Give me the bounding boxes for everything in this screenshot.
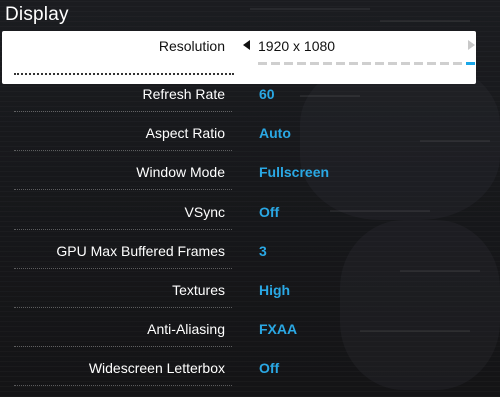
resolution-option-tick bbox=[323, 62, 332, 65]
resolution-option-tick bbox=[401, 62, 410, 65]
setting-label: Aspect Ratio bbox=[145, 125, 225, 141]
row-divider bbox=[14, 385, 232, 386]
section-title: Display bbox=[5, 4, 69, 25]
setting-value[interactable]: FXAA bbox=[259, 321, 297, 337]
setting-label: Widescreen Letterbox bbox=[88, 360, 225, 376]
setting-label: Anti-Aliasing bbox=[147, 321, 225, 337]
setting-label: Textures bbox=[172, 282, 225, 298]
resolution-option-tick bbox=[453, 62, 462, 65]
row-divider bbox=[14, 307, 232, 308]
row-divider bbox=[14, 268, 232, 269]
resolution-value: 1920 x 1080 bbox=[258, 38, 336, 54]
resolution-option-tick bbox=[271, 62, 280, 65]
setting-row[interactable]: Aspect Ratio Auto bbox=[0, 115, 500, 154]
setting-value[interactable]: Off bbox=[259, 204, 279, 220]
row-divider bbox=[14, 73, 234, 75]
setting-label: VSync bbox=[184, 204, 225, 220]
setting-value[interactable]: Fullscreen bbox=[259, 164, 329, 180]
setting-row[interactable]: Refresh Rate 60 bbox=[0, 76, 500, 115]
row-divider bbox=[14, 229, 232, 230]
row-divider bbox=[14, 150, 232, 151]
resolution-option-tick bbox=[466, 62, 475, 65]
setting-row[interactable]: Window Mode Fullscreen bbox=[0, 154, 500, 193]
setting-value[interactable]: 3 bbox=[259, 243, 267, 259]
row-divider bbox=[14, 189, 232, 190]
row-divider bbox=[14, 346, 232, 347]
setting-row[interactable]: Anti-Aliasing FXAA bbox=[0, 311, 500, 350]
resolution-option-tick bbox=[427, 62, 436, 65]
setting-label: Window Mode bbox=[136, 164, 225, 180]
resolution-option-tick bbox=[336, 62, 345, 65]
arrow-left-icon[interactable] bbox=[243, 40, 250, 50]
setting-value[interactable]: Auto bbox=[259, 125, 291, 141]
resolution-option-tick bbox=[414, 62, 423, 65]
setting-value[interactable]: 60 bbox=[259, 86, 275, 102]
resolution-option-tick bbox=[284, 62, 293, 65]
setting-value[interactable]: High bbox=[259, 282, 290, 298]
setting-row[interactable]: Textures High bbox=[0, 272, 500, 311]
resolution-label: Resolution bbox=[158, 38, 225, 54]
resolution-option-tick bbox=[310, 62, 319, 65]
resolution-option-tick bbox=[349, 62, 358, 65]
resolution-option-indicator bbox=[258, 62, 475, 65]
setting-label: GPU Max Buffered Frames bbox=[56, 243, 225, 259]
resolution-option-tick bbox=[258, 62, 267, 65]
setting-label: Refresh Rate bbox=[142, 86, 225, 102]
setting-row[interactable]: Widescreen Letterbox Off bbox=[0, 350, 500, 389]
arrow-right-icon[interactable] bbox=[468, 40, 475, 50]
setting-value[interactable]: Off bbox=[259, 360, 279, 376]
resolution-option-tick bbox=[362, 62, 371, 65]
resolution-option-tick bbox=[375, 62, 384, 65]
setting-row[interactable]: GPU Max Buffered Frames 3 bbox=[0, 233, 500, 272]
resolution-option-tick bbox=[297, 62, 306, 65]
row-divider bbox=[14, 111, 232, 112]
setting-row[interactable]: VSync Off bbox=[0, 194, 500, 233]
resolution-option-tick bbox=[440, 62, 449, 65]
resolution-option-tick bbox=[388, 62, 397, 65]
